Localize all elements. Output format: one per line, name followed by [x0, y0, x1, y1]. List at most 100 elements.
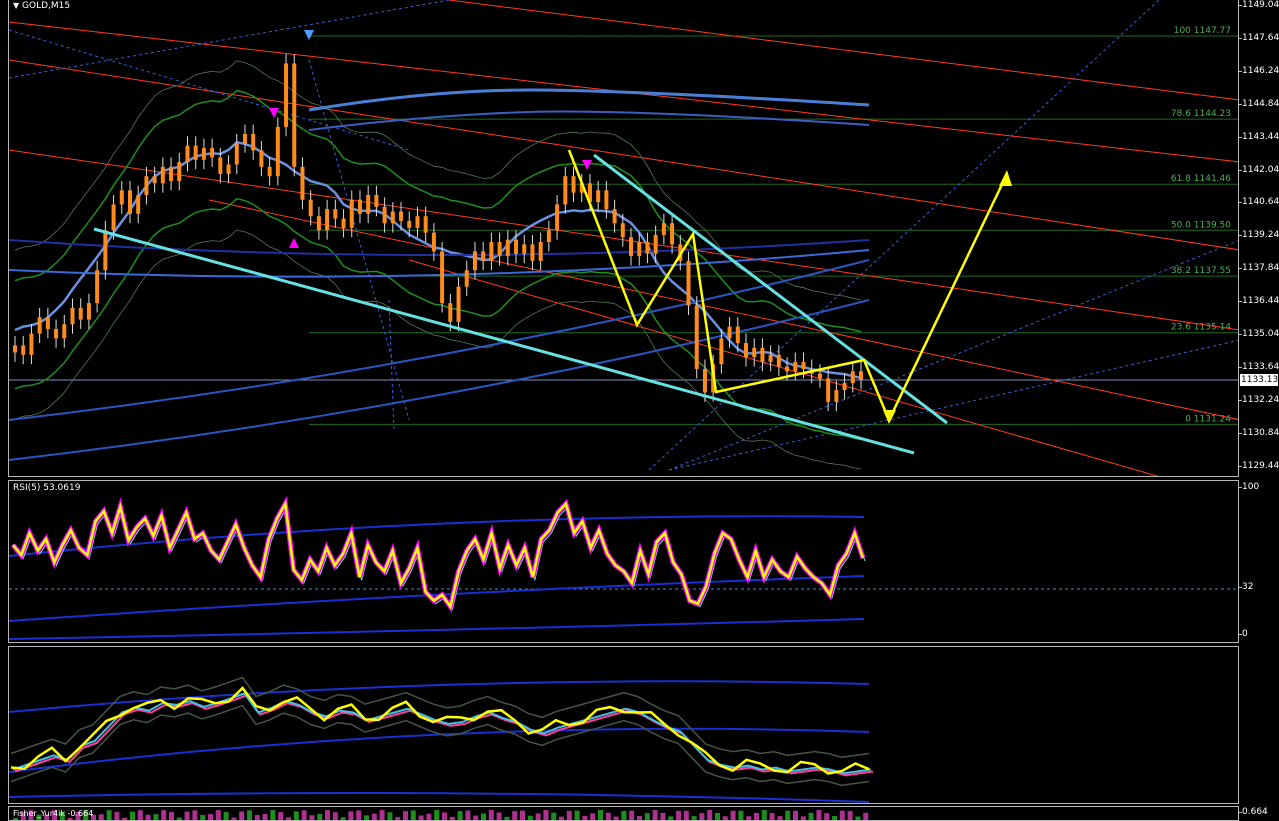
fisher-histogram-bar: [301, 810, 307, 820]
cyan-resistance-line: [593, 153, 948, 425]
fisher-histogram-bar: [395, 817, 401, 820]
fisher-histogram-bar: [496, 812, 502, 820]
fisher-histogram-bar: [426, 813, 432, 820]
price-tick: 1142.04: [1238, 164, 1279, 175]
fisher-histogram-bar: [668, 816, 674, 820]
fisher-histogram-bar: [161, 810, 167, 820]
fisher-histogram-bar: [286, 817, 291, 820]
candle-body: [801, 361, 806, 369]
rsi-tick: 100: [1238, 482, 1260, 492]
candle-body: [661, 223, 666, 235]
fisher-histogram-bar: [785, 810, 791, 820]
candle-body: [817, 373, 822, 379]
fisher-histogram-bar: [793, 810, 798, 820]
candle-body: [374, 195, 379, 207]
oscillator-chart: [9, 676, 874, 803]
rsi-chart: [9, 495, 1238, 640]
candle-body: [563, 176, 568, 205]
candle-body: [850, 371, 855, 384]
candle-body: [119, 190, 124, 205]
fisher-histogram-bar: [754, 812, 759, 820]
fisher-histogram-bar: [98, 814, 104, 820]
triangle-down-icon[interactable]: ▼: [13, 1, 19, 10]
candle-body: [160, 166, 165, 184]
fisher-axis: 0.664: [1239, 806, 1279, 821]
fisher-histogram-bar: [637, 815, 642, 820]
candle-body: [357, 199, 362, 214]
candle-body: [431, 232, 436, 252]
fisher-histogram-bar: [325, 810, 330, 820]
candle-body: [793, 361, 798, 372]
fisher-histogram-bar: [761, 810, 767, 820]
rsi-axis[interactable]: 100 32 0: [1238, 480, 1279, 643]
fisher-histogram-bar: [676, 810, 681, 820]
fib-level-label: 100 1147.77: [1174, 26, 1231, 36]
candle-body: [136, 195, 141, 214]
candle-body: [785, 366, 790, 372]
fisher-histogram-bar: [691, 816, 697, 820]
price-tick: 1143.44: [1238, 131, 1279, 142]
candle-body: [185, 145, 190, 163]
candle-body: [497, 242, 502, 257]
price-tick: 1135.04: [1238, 329, 1279, 340]
fisher-histogram-bar: [231, 817, 237, 820]
candle-body: [366, 195, 371, 214]
price-axis[interactable]: 1149.04 1147.64 1146.24 1144.84 1143.44 1142.…: [1238, 0, 1279, 477]
candle-body: [719, 338, 724, 365]
dotted-trend-line: [9, 29, 410, 151]
candle-body: [218, 157, 223, 174]
fisher-histogram-bar: [605, 812, 611, 820]
candle-body: [169, 166, 174, 181]
fisher-histogram-bar: [332, 812, 338, 820]
fisher-histogram-bar: [559, 816, 564, 820]
candle-body: [62, 324, 67, 339]
dotted-trend-line: [388, 299, 395, 431]
candle-body: [29, 333, 34, 355]
fisher-histogram-bar: [418, 815, 424, 820]
candle-body: [86, 303, 91, 320]
arrow-up-icon: [999, 170, 1012, 186]
candle-body: [415, 216, 420, 228]
fisher-histogram-bar: [348, 811, 354, 820]
fisher-histogram-bar: [270, 810, 276, 820]
oscillator-panel[interactable]: [8, 646, 1239, 804]
fisher-histogram-bar: [379, 810, 385, 820]
fisher-histogram-bar: [590, 813, 596, 820]
fisher-histogram-bar: [254, 815, 260, 820]
dotted-trend-line: [648, 0, 1160, 471]
price-tick: 1130.84: [1238, 427, 1279, 438]
fisher-histogram-bar: [192, 810, 198, 820]
candle-body: [103, 230, 108, 271]
price-tick: 1146.24: [1238, 65, 1279, 76]
fib-level-label: 38.2 1137.55: [1171, 266, 1231, 276]
fisher-histogram-bar: [67, 817, 73, 820]
candle-body: [472, 251, 477, 271]
candle-body: [70, 307, 75, 325]
rsi-panel[interactable]: RSI(5) 53.0619: [8, 480, 1239, 643]
candle-body: [776, 354, 781, 367]
fisher-histogram-bar: [387, 812, 393, 820]
candle-body: [645, 242, 650, 254]
candle-body: [234, 143, 239, 165]
fisher-title: Fisher_Yur4ik -0.664: [13, 809, 94, 818]
fib-level-label: 61.8 1141.46: [1171, 174, 1231, 184]
rsi-tick: 0: [1239, 629, 1248, 639]
envelope-lower-band: [14, 229, 862, 470]
candle-body: [760, 347, 765, 362]
fisher-histogram-bar: [13, 818, 18, 820]
candle-body: [481, 251, 486, 261]
fisher-axis-label: 0.664: [1239, 807, 1268, 817]
fisher-histogram-bar: [340, 817, 346, 820]
price-tick: 1136.44: [1238, 296, 1279, 307]
candle-body: [177, 162, 182, 181]
price-chart-panel[interactable]: 100 1147.77 78.6 1144.23 61.8 1141.46 50.0 …: [8, 0, 1239, 477]
fisher-histogram-bar: [520, 810, 525, 820]
fisher-panel[interactable]: Fisher_Yur4ik -0.664: [8, 806, 1239, 821]
fisher-histogram-bar: [574, 810, 580, 820]
candle-body: [226, 164, 231, 174]
fisher-histogram-bar: [824, 813, 830, 820]
candle-body: [538, 242, 543, 261]
fisher-histogram-bar: [262, 813, 268, 820]
fisher-histogram-bar: [371, 813, 377, 820]
channel-line: [448, 0, 1238, 101]
